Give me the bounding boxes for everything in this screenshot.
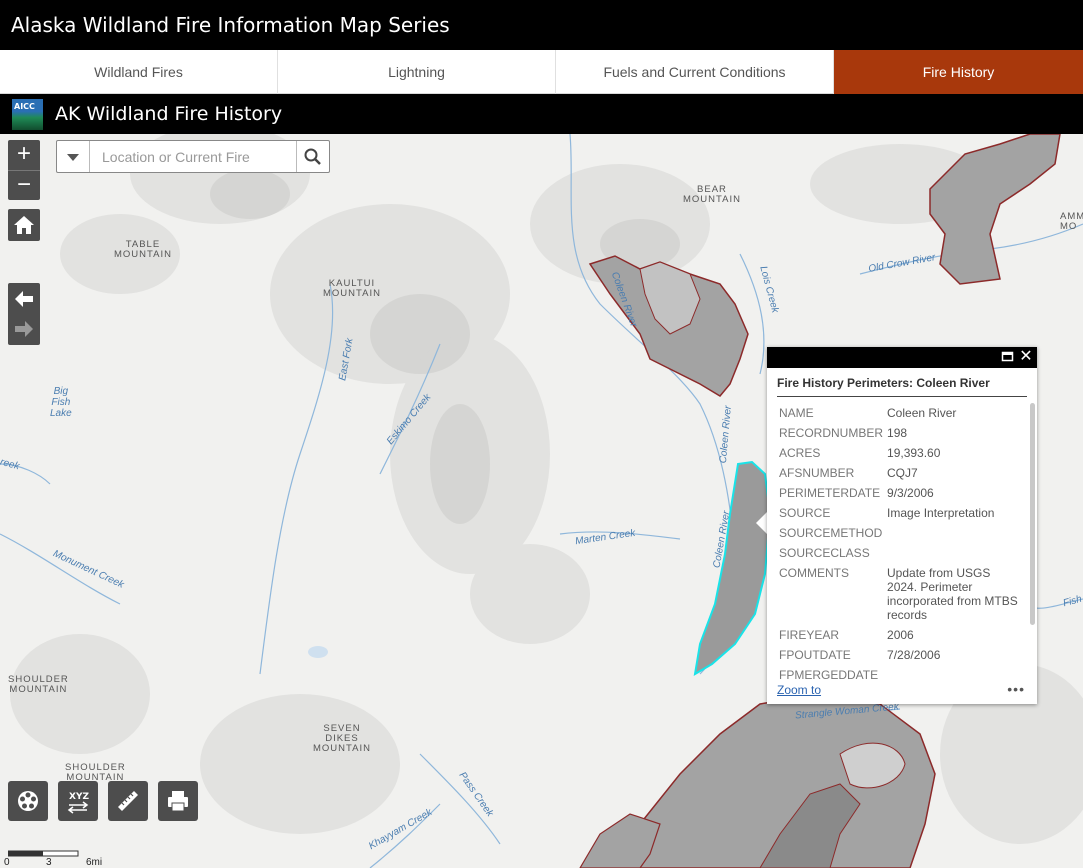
tab-lightning[interactable]: Lightning: [278, 50, 556, 94]
attribute-key: FPOUTDATE: [779, 648, 851, 662]
attribute-row: FIREYEAR 2006: [777, 625, 1025, 645]
coordinate-conversion-button[interactable]: XYZ: [58, 781, 98, 821]
xyz-icon: XYZ: [67, 792, 89, 814]
attribute-value: [885, 543, 1025, 563]
attribute-value: 7/28/2006: [887, 648, 941, 662]
print-button[interactable]: [158, 781, 198, 821]
map-label-shoulder-mountain: SHOULDER MOUNTAIN: [8, 674, 69, 695]
app-title-bar: Alaska Wildland Fire Information Map Ser…: [0, 0, 1083, 50]
tab-fire-history[interactable]: Fire History: [834, 50, 1083, 94]
previous-extent-button[interactable]: [8, 283, 40, 314]
attribute-value: 198: [887, 426, 908, 440]
search-icon: [304, 148, 321, 165]
search-button[interactable]: [296, 141, 329, 172]
attribute-key: SOURCECLASS: [779, 546, 870, 560]
search-widget: [56, 140, 330, 173]
popup-attributes[interactable]: NAME Coleen River RECORDNUMBER 198 ACRES 19,3…: [777, 403, 1029, 679]
more-actions-button[interactable]: •••: [1007, 681, 1025, 697]
arrow-right-icon: [15, 321, 33, 337]
zoom-to-link[interactable]: Zoom to: [777, 683, 821, 697]
app-header: AICC AK Wildland Fire History: [0, 94, 1083, 134]
map-view[interactable]: BEAR MOUNTAIN TABLE MOUNTAIN KAULTUI MOUNTA…: [0, 134, 1083, 868]
attribute-value: Update from USGS 2024. Perimeter incorpo…: [887, 566, 1018, 622]
scale-bar: 0 3 6mi: [4, 850, 102, 868]
attribute-key: FPMERGEDDATE: [779, 668, 879, 679]
attribute-key: COMMENTS: [779, 566, 849, 580]
zoom-out-button[interactable]: −: [8, 171, 40, 201]
attribute-row: SOURCECLASS: [777, 543, 1025, 563]
attribute-row: SOURCEMETHOD: [777, 523, 1025, 543]
attribute-table: NAME Coleen River RECORDNUMBER 198 ACRES 19,3…: [777, 403, 1025, 679]
attribute-key: SOURCEMETHOD: [779, 526, 883, 540]
map-label-seven-dikes-mountain: SEVEN DIKES MOUNTAIN: [313, 723, 371, 754]
attribute-value: 2006: [887, 628, 914, 642]
scale-tick-0: 0: [4, 857, 10, 868]
film-reel-icon: [18, 791, 38, 811]
home-icon: [14, 216, 34, 234]
attribute-value: [885, 523, 1025, 543]
popup-header: ✕: [767, 347, 1037, 368]
next-extent-button[interactable]: [8, 314, 40, 345]
attribute-key: SOURCE: [779, 506, 831, 520]
attribute-row: FPMERGEDDATE: [777, 665, 1025, 679]
measure-button[interactable]: [108, 781, 148, 821]
attribute-value: 9/3/2006: [887, 486, 934, 500]
popup-close-button[interactable]: ✕: [1018, 349, 1034, 365]
attribute-value: Coleen River: [887, 406, 957, 420]
popup-footer: Zoom to •••: [777, 681, 1027, 697]
tab-fuels-current-conditions[interactable]: Fuels and Current Conditions: [556, 50, 834, 94]
scale-tick-6mi: 6mi: [86, 857, 103, 868]
feature-popup: ✕ Fire History Perimeters: Coleen River …: [767, 347, 1037, 704]
svg-text:XYZ: XYZ: [69, 792, 89, 802]
extent-navigation: [8, 283, 40, 345]
printer-icon: [168, 791, 188, 812]
map-label-table-mountain: TABLE MOUNTAIN: [114, 239, 172, 260]
maximize-icon: [1001, 351, 1014, 362]
home-button[interactable]: [8, 209, 40, 241]
zoom-control: + −: [8, 140, 40, 200]
scale-tick-3: 3: [46, 857, 52, 868]
attribute-row: ACRES 19,393.60: [777, 443, 1025, 463]
app-title: Alaska Wildland Fire Information Map Ser…: [11, 13, 450, 37]
map-label-shoulder-mountain-2: SHOULDER MOUNTAIN: [65, 762, 126, 783]
attribute-row: RECORDNUMBER 198: [777, 423, 1025, 443]
popup-maximize-button[interactable]: [1001, 350, 1015, 364]
attribute-key: PERIMETERDATE: [779, 486, 881, 500]
ruler-icon: [118, 791, 138, 811]
basemap-gallery-button[interactable]: [8, 781, 48, 821]
attribute-value: CQJ7: [887, 466, 918, 480]
tab-wildland-fires[interactable]: Wildland Fires: [0, 50, 278, 94]
attribute-row: FPOUTDATE 7/28/2006: [777, 645, 1025, 665]
attribute-row: PERIMETERDATE 9/3/2006: [777, 483, 1025, 503]
attribute-row: AFSNUMBER CQJ7: [777, 463, 1025, 483]
attribute-value: 19,393.60: [887, 446, 941, 460]
attribute-key: FIREYEAR: [779, 628, 840, 642]
zoom-in-button[interactable]: +: [8, 140, 40, 170]
popup-title: Fire History Perimeters: Coleen River: [777, 376, 1027, 397]
popup-pointer: [756, 512, 767, 534]
attribute-key: RECORDNUMBER: [779, 426, 884, 440]
attribute-value: [885, 665, 1025, 679]
search-input[interactable]: [91, 141, 296, 172]
aicc-logo: AICC: [12, 99, 43, 130]
map-label-kaultui-mountain: KAULTUI MOUNTAIN: [323, 278, 381, 299]
close-icon: ✕: [1019, 348, 1033, 365]
attribute-key: AFSNUMBER: [779, 466, 855, 480]
map-label-big-fish-lake: Big Fish Lake: [50, 386, 72, 419]
map-label-amm-mo: AMM MO: [1060, 211, 1083, 232]
app-subtitle: AK Wildland Fire History: [55, 103, 283, 125]
attribute-value: Image Interpretation: [887, 506, 995, 520]
map-label-bear-mountain: BEAR MOUNTAIN: [683, 184, 741, 205]
tab-bar: Wildland Fires Lightning Fuels and Curre…: [0, 50, 1083, 94]
attribute-row: SOURCE Image Interpretation: [777, 503, 1025, 523]
popup-scrollbar[interactable]: [1030, 403, 1035, 625]
arrow-left-icon: [15, 291, 33, 307]
attribute-key: ACRES: [779, 446, 821, 460]
attribute-key: NAME: [779, 406, 814, 420]
attribute-row: COMMENTS Update from USGS 2024. Perimeter…: [777, 563, 1025, 625]
attribute-row: NAME Coleen River: [777, 403, 1025, 423]
search-source-dropdown[interactable]: [57, 141, 90, 172]
